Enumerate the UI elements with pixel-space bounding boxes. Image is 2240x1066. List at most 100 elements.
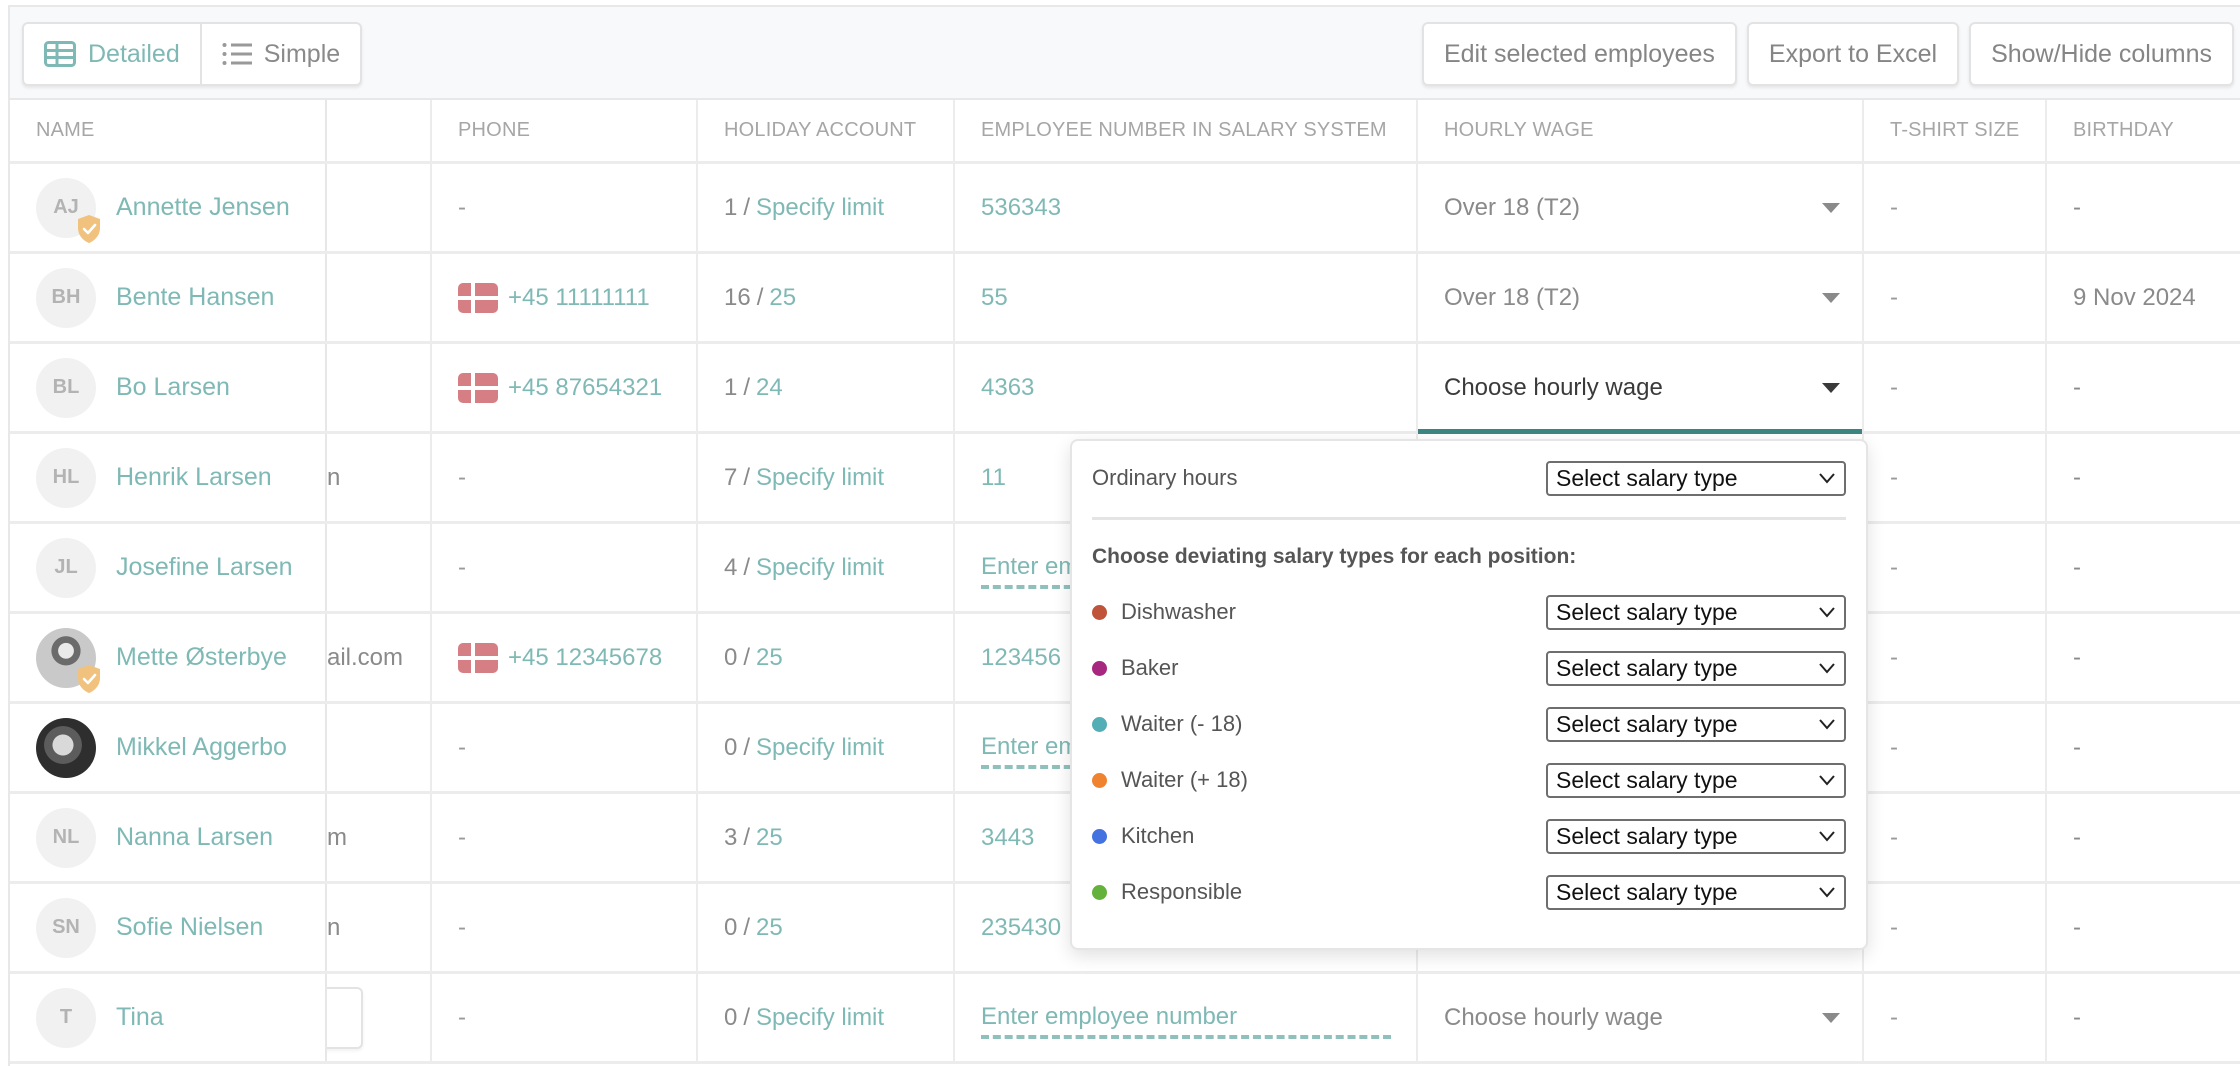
holiday-used: 1: [724, 373, 738, 401]
employee-number-cell: 55: [953, 254, 1416, 341]
column-header-employee-number[interactable]: EMPLOYEE NUMBER IN SALARY SYSTEM: [953, 100, 1416, 161]
employee-number-value[interactable]: 55: [981, 284, 1008, 312]
employee-name-link[interactable]: Mikkel Aggerbo: [116, 733, 287, 762]
employee-number-value[interactable]: 536343: [981, 194, 1061, 222]
select-value: Select salary type: [1556, 878, 1738, 905]
employee-name-link[interactable]: Josefine Larsen: [116, 553, 293, 582]
deviating-salary-heading: Choose deviating salary types for each p…: [1092, 545, 1577, 568]
tshirt-size-value: -: [1890, 1003, 1898, 1031]
column-header-phone[interactable]: PHONE: [430, 100, 696, 161]
tshirt-size-value: -: [1890, 193, 1898, 221]
holiday-limit-link[interactable]: Specify limit: [756, 464, 884, 492]
employee-name-link[interactable]: Sofie Nielsen: [116, 913, 263, 942]
birthday-value: 9 Nov 2024: [2073, 283, 2196, 311]
view-detailed-button[interactable]: Detailed: [24, 24, 200, 84]
edit-selected-employees-button[interactable]: Edit selected employees: [1421, 22, 1737, 86]
position-salary-select[interactable]: Select salary type: [1546, 874, 1846, 910]
employee-number-value[interactable]: 235430: [981, 914, 1061, 942]
holiday-limit-link[interactable]: Specify limit: [756, 194, 884, 222]
column-header-tshirt-size[interactable]: T-SHIRT SIZE: [1862, 100, 2045, 161]
column-header-hourly-wage[interactable]: HOURLY WAGE: [1416, 100, 1862, 161]
birthday-cell: -: [2045, 974, 2240, 1061]
avatar-initials: HL: [52, 466, 80, 488]
holiday-limit-link[interactable]: Specify limit: [756, 734, 884, 762]
column-header-birthday[interactable]: BIRTHDAY: [2045, 100, 2240, 161]
phone-empty: -: [458, 463, 466, 491]
birthday-cell: -: [2045, 344, 2240, 431]
holiday-used: 4: [724, 553, 738, 581]
holiday-limit-link[interactable]: 25: [756, 914, 783, 942]
hourly-wage-cell: Over 18 (T2): [1416, 254, 1862, 341]
tshirt-size-value: -: [1890, 733, 1898, 761]
position-salary-select[interactable]: Select salary type: [1546, 706, 1846, 742]
table-row[interactable]: AJ Annette Jensen - 1/Specify limit 536343 Ov…: [10, 164, 2240, 254]
phone-number-link[interactable]: +45 87654321: [508, 374, 662, 402]
sticky-column-divider: [325, 974, 327, 1061]
view-simple-button[interactable]: Simple: [199, 24, 360, 84]
employee-name-link[interactable]: Mette Østerbye: [116, 643, 287, 672]
hourly-wage-select[interactable]: Choose hourly wage: [1444, 374, 1862, 402]
caret-down-icon: [1822, 382, 1840, 393]
employee-number-value[interactable]: 3443: [981, 824, 1034, 852]
phone-cell: -: [430, 434, 696, 521]
hourly-wage-select[interactable]: Over 18 (T2): [1444, 194, 1862, 222]
phone-cell: -: [430, 884, 696, 971]
chevron-down-icon: [1818, 606, 1836, 618]
list-icon: [222, 42, 252, 66]
holiday-separator: /: [743, 463, 751, 491]
chevron-down-icon: [1818, 718, 1836, 730]
hourly-wage-select[interactable]: Choose hourly wage: [1444, 1004, 1862, 1032]
holiday-separator: /: [743, 193, 751, 221]
employee-number-value[interactable]: 123456: [981, 644, 1061, 672]
sticky-column-divider: [325, 344, 327, 431]
position-salary-select[interactable]: Select salary type: [1546, 594, 1846, 630]
holiday-limit-link[interactable]: 25: [769, 284, 796, 312]
shield-check-icon: [76, 214, 102, 244]
employee-name-link[interactable]: Annette Jensen: [116, 193, 290, 222]
column-header-email[interactable]: [325, 100, 430, 161]
ordinary-hours-salary-select[interactable]: Select salary type: [1546, 460, 1846, 496]
position-label: Waiter (- 18): [1092, 711, 1242, 737]
holiday-account-cell: 0/25: [696, 884, 953, 971]
holiday-separator: /: [743, 373, 751, 401]
name-cell: T Tina: [10, 974, 325, 1061]
hourly-wage-cell: Over 18 (T2): [1416, 164, 1862, 251]
holiday-limit-link[interactable]: 25: [756, 644, 783, 672]
holiday-limit-link[interactable]: Specify limit: [756, 554, 884, 582]
position-salary-select[interactable]: Select salary type: [1546, 650, 1846, 686]
table-row[interactable]: BH Bente Hansen +45 11111111 16/25 55 Over 18…: [10, 254, 2240, 344]
holiday-limit-link[interactable]: 25: [756, 824, 783, 852]
avatar: HL: [36, 447, 96, 508]
holiday-limit-link[interactable]: 24: [756, 374, 783, 402]
table-row[interactable]: T Tina - 0/Specify limit Enter employee numb…: [10, 974, 2240, 1064]
employee-name-link[interactable]: Tina: [116, 1003, 164, 1032]
phone-number-link[interactable]: +45 11111111: [508, 284, 650, 312]
position-salary-select[interactable]: Select salary type: [1546, 762, 1846, 798]
column-header-holiday-account[interactable]: HOLIDAY ACCOUNT: [696, 100, 953, 161]
employee-number-input[interactable]: Enter employee number: [981, 1003, 1391, 1039]
employee-number-value[interactable]: 4363: [981, 374, 1034, 402]
holiday-limit-link[interactable]: Specify limit: [756, 1004, 884, 1032]
employee-name-link[interactable]: Bente Hansen: [116, 283, 274, 312]
hourly-wage-value: Over 18 (T2): [1444, 283, 1581, 311]
position-salary-select[interactable]: Select salary type: [1546, 818, 1846, 854]
employee-number-value[interactable]: 11: [981, 464, 1006, 492]
denmark-flag-icon: [458, 642, 498, 673]
hourly-wage-select[interactable]: Over 18 (T2): [1444, 284, 1862, 312]
show-hide-columns-button[interactable]: Show/Hide columns: [1969, 22, 2234, 86]
tshirt-size-value: -: [1890, 553, 1898, 581]
sticky-column-divider: [325, 794, 327, 881]
hourly-wage-value: Over 18 (T2): [1444, 193, 1581, 221]
sticky-column-divider: [325, 434, 327, 521]
employee-name-link[interactable]: Nanna Larsen: [116, 823, 273, 852]
holiday-account-cell: 16/25: [696, 254, 953, 341]
phone-number-link[interactable]: +45 12345678: [508, 644, 662, 672]
tshirt-size-cell: -: [1862, 974, 2045, 1061]
employee-name-link[interactable]: Bo Larsen: [116, 373, 230, 402]
employee-name-link[interactable]: Henrik Larsen: [116, 463, 272, 492]
column-header-name[interactable]: NAME: [10, 100, 325, 161]
holiday-separator: /: [756, 283, 764, 311]
export-to-excel-button[interactable]: Export to Excel: [1746, 22, 1960, 86]
position-name: Baker: [1121, 655, 1179, 680]
table-row[interactable]: BL Bo Larsen +45 87654321 1/24 4363 Choose ho…: [10, 344, 2240, 434]
